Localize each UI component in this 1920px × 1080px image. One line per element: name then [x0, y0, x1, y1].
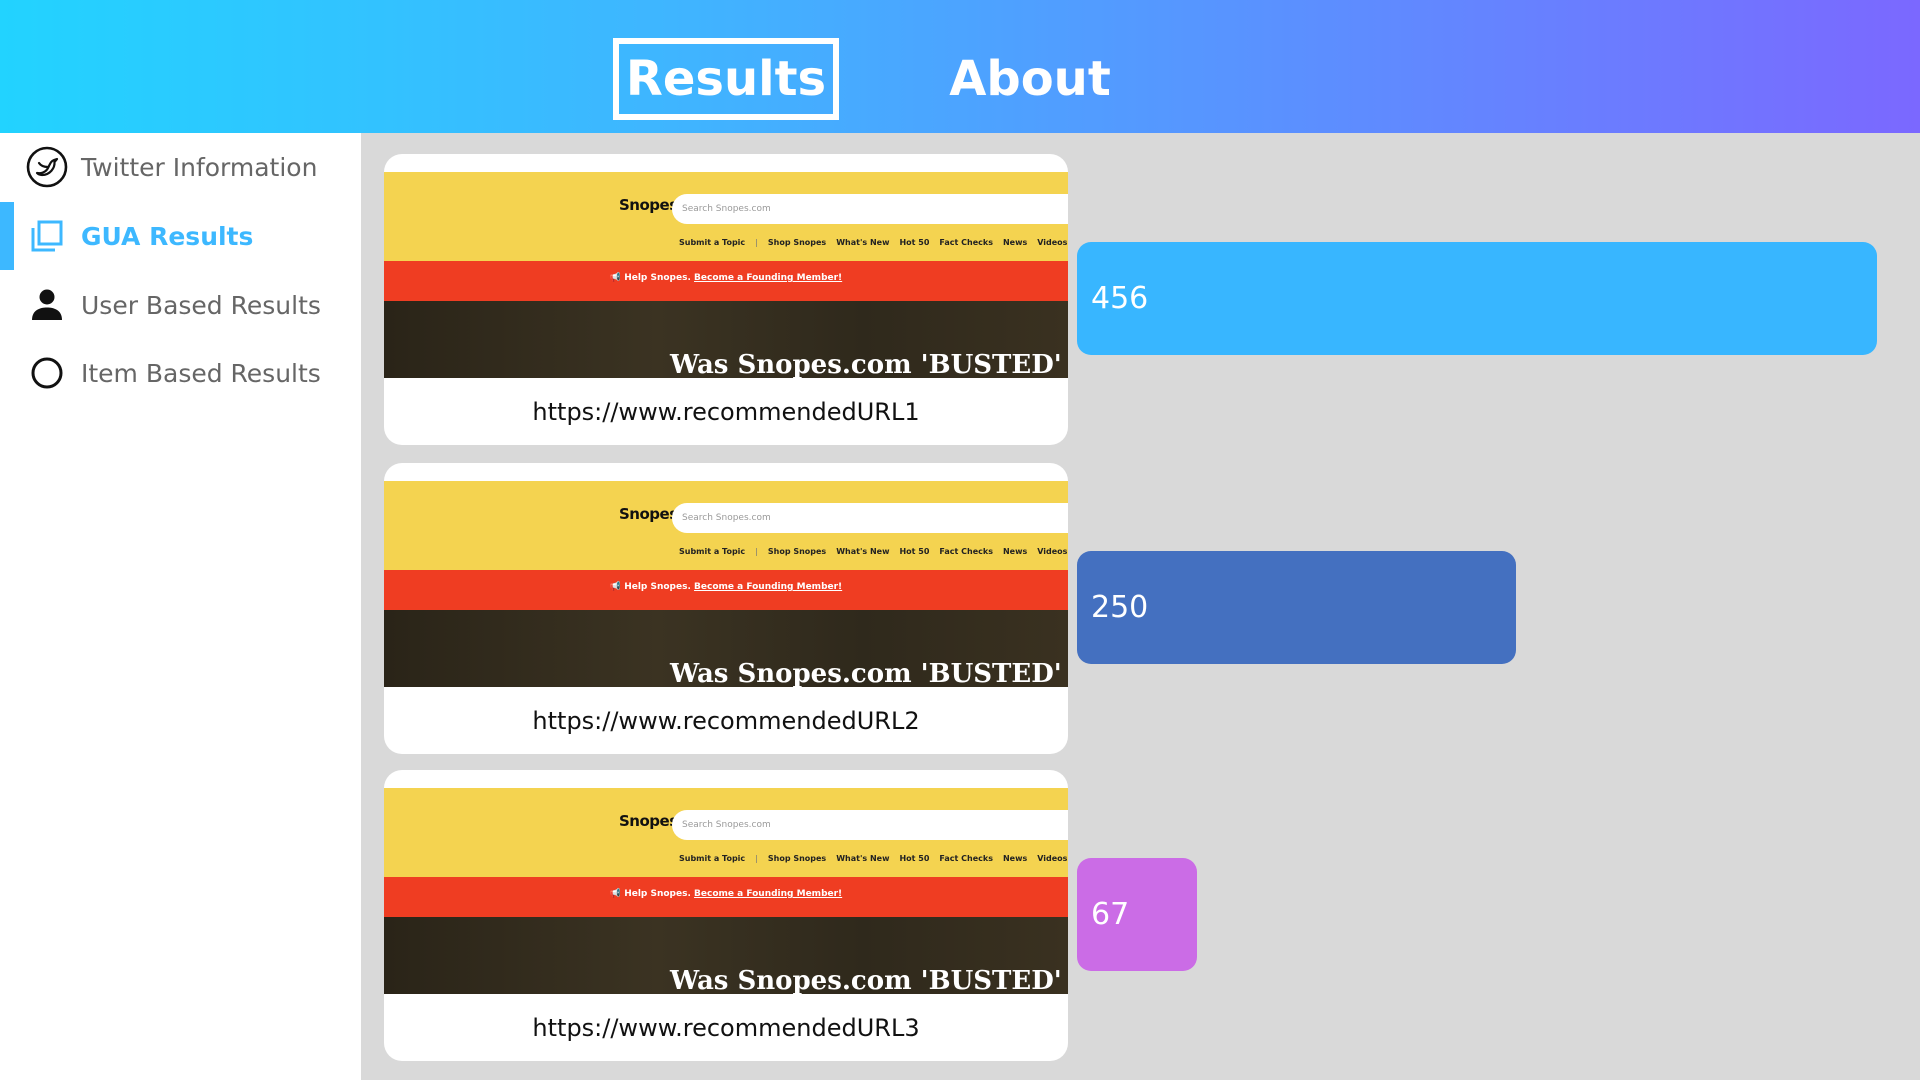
- tab-about[interactable]: About: [930, 38, 1130, 120]
- results-panel: Snopes Search Snopes.com Submit a Topic |…: [361, 133, 1920, 1080]
- active-indicator: [0, 271, 14, 339]
- copy-icon: [26, 215, 68, 257]
- megaphone-icon: 📢: [609, 889, 622, 899]
- thumbnail-nav-links: Submit a Topic | Shop Snopes What's New H…: [679, 547, 1068, 556]
- thumbnail-headline: Was Snopes.com 'BUSTED' f: [670, 659, 1068, 687]
- thumbnail-help-banner: 📢 Help Snopes. Become a Founding Member!: [609, 273, 843, 283]
- snopes-screenshot-thumbnail: Snopes Search Snopes.com Submit a Topic |…: [384, 481, 1068, 687]
- thumbnail-nav-links: Submit a Topic | Shop Snopes What's New H…: [679, 238, 1068, 247]
- result-card[interactable]: Snopes Search Snopes.com Submit a Topic |…: [384, 770, 1068, 1061]
- result-url[interactable]: https://www.recommendedURL1: [384, 398, 1068, 426]
- active-indicator: [0, 133, 14, 201]
- result-card[interactable]: Snopes Search Snopes.com Submit a Topic |…: [384, 154, 1068, 445]
- result-score-value: 250: [1091, 590, 1149, 625]
- sidebar-item-item-based-results[interactable]: Item Based Results: [0, 339, 361, 407]
- result-url[interactable]: https://www.recommendedURL3: [384, 1014, 1068, 1042]
- result-score-bar: 67: [1077, 858, 1197, 971]
- result-score-value: 456: [1091, 281, 1149, 316]
- result-card[interactable]: Snopes Search Snopes.com Submit a Topic |…: [384, 463, 1068, 754]
- thumbnail-search-box: Search Snopes.com: [672, 810, 1068, 840]
- thumbnail-headline: Was Snopes.com 'BUSTED' f: [670, 350, 1068, 378]
- result-score-bar: 456: [1077, 242, 1877, 355]
- result-score-value: 67: [1091, 897, 1130, 932]
- top-header: Results About: [0, 0, 1920, 133]
- active-indicator: [0, 202, 14, 270]
- thumbnail-help-banner: 📢 Help Snopes. Become a Founding Member!: [609, 582, 843, 592]
- sidebar-item-twitter-information[interactable]: Twitter Information: [0, 133, 361, 201]
- circle-icon: [26, 352, 68, 394]
- thumbnail-headline: Was Snopes.com 'BUSTED' f: [670, 966, 1068, 994]
- sidebar-item-label: Twitter Information: [81, 152, 318, 182]
- snopes-logo: Snopes: [619, 505, 678, 523]
- snopes-logo: Snopes: [619, 196, 678, 214]
- snopes-screenshot-thumbnail: Snopes Search Snopes.com Submit a Topic |…: [384, 172, 1068, 378]
- megaphone-icon: 📢: [609, 273, 622, 283]
- sidebar-item-label: GUA Results: [81, 221, 254, 251]
- active-indicator: [0, 339, 14, 407]
- snopes-screenshot-thumbnail: Snopes Search Snopes.com Submit a Topic |…: [384, 788, 1068, 994]
- sidebar-item-user-based-results[interactable]: User Based Results: [0, 271, 361, 339]
- snopes-logo: Snopes: [619, 812, 678, 830]
- sidebar-item-label: User Based Results: [81, 290, 321, 320]
- twitter-icon: [26, 146, 68, 188]
- thumbnail-search-box: Search Snopes.com: [672, 503, 1068, 533]
- thumbnail-search-box: Search Snopes.com: [672, 194, 1068, 224]
- tab-results[interactable]: Results: [613, 38, 839, 120]
- thumbnail-nav-links: Submit a Topic | Shop Snopes What's New H…: [679, 854, 1068, 863]
- megaphone-icon: 📢: [609, 582, 622, 592]
- result-url[interactable]: https://www.recommendedURL2: [384, 707, 1068, 735]
- sidebar-item-gua-results[interactable]: GUA Results: [0, 202, 361, 270]
- person-icon: [26, 284, 68, 326]
- result-score-bar: 250: [1077, 551, 1516, 664]
- thumbnail-help-banner: 📢 Help Snopes. Become a Founding Member!: [609, 889, 843, 899]
- sidebar-item-label: Item Based Results: [81, 358, 321, 388]
- sidebar: Twitter Information GUA Results User Bas…: [0, 133, 361, 1080]
